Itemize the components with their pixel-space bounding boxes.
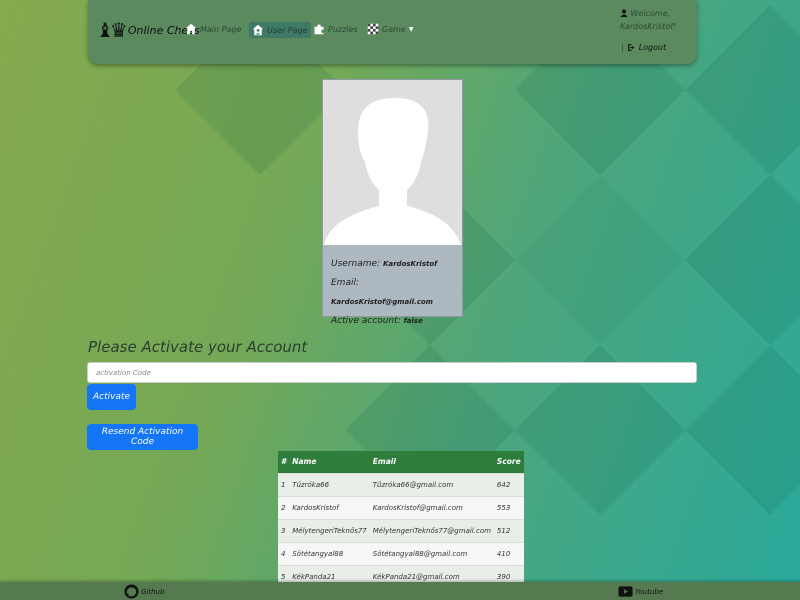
column-header-email: Email — [372, 457, 396, 467]
active-row: Active account: false — [331, 316, 423, 326]
logout-separator: | — [621, 43, 624, 52]
github-icon — [124, 584, 139, 599]
username-value: KardosKristof — [382, 260, 438, 268]
user-icon — [620, 9, 628, 17]
nav-item-user-page[interactable]: User Page — [249, 22, 311, 38]
home-icon — [185, 23, 197, 35]
chess-pieces-logo: ♝♛ — [96, 18, 128, 42]
welcome-text: Welcome, KardosKristof! — [620, 7, 690, 33]
table-row: 2 KardosKristof KardosKristof@gmail.com … — [278, 495, 524, 519]
nav-item-main-page[interactable]: Main Page — [185, 23, 241, 35]
table-row: 4 Sötétangyal88 Sötétangyal88@gmail.com … — [278, 541, 524, 565]
leaderboard-table: # Name Email Score 1 Tűzróka66 Tűzróka66… — [278, 451, 524, 588]
caret-down-icon: ▼ — [408, 25, 414, 33]
logout-link[interactable]: | Logout — [621, 43, 666, 52]
nav-item-label: Game — [382, 24, 406, 34]
column-header-rank: # — [281, 457, 287, 467]
logout-label: Logout — [638, 43, 667, 52]
profile-info: Username: KardosKristof Email: KardosKri… — [331, 255, 462, 331]
user-page-icon — [252, 24, 264, 36]
person-silhouette-icon — [324, 97, 461, 245]
welcome-label: Welcome, KardosKristof! — [620, 9, 677, 31]
youtube-label: Youtube — [635, 587, 664, 596]
youtube-icon — [618, 586, 633, 597]
email-row: Email: KardosKristof@gmail.com — [331, 278, 433, 306]
profile-card: Username: KardosKristof Email: KardosKri… — [322, 79, 463, 326]
nav-item-label: User Page — [267, 25, 308, 35]
table-row: 3 MélytengeriTeknős77 MélytengeriTeknős7… — [278, 518, 524, 542]
nav-item-puzzles[interactable]: Puzzles — [313, 23, 358, 35]
leaderboard: # Name Email Score 1 Tűzróka66 Tűzróka66… — [278, 451, 524, 588]
navbar: ♝♛ Online Chess Main Page User Page Puzz… — [88, 0, 697, 64]
table-header-row: # Name Email Score — [278, 451, 524, 473]
nav-item-label: Puzzles — [328, 24, 358, 34]
activation-title: Please Activate your Account — [88, 338, 308, 356]
chessboard-icon — [367, 23, 379, 35]
table-row: 1 Tűzróka66 Tűzróka66@gmail.com 642 — [278, 472, 524, 496]
username-row: Username: KardosKristof — [331, 259, 438, 269]
email-value: KardosKristof@gmail.com — [331, 298, 433, 306]
nav-item-game-dropdown[interactable]: Game ▼ — [367, 23, 413, 35]
avatar-placeholder — [323, 80, 462, 245]
active-value: false — [403, 317, 423, 325]
column-header-score: Score — [496, 457, 521, 467]
github-label: Github — [141, 587, 165, 596]
column-header-name: Name — [292, 457, 317, 467]
puzzle-icon — [314, 24, 324, 35]
footer: Github Youtube — [0, 582, 800, 600]
activation-code-input[interactable] — [87, 362, 697, 383]
resend-activation-button[interactable]: Resend Activation Code — [87, 424, 198, 450]
activate-button[interactable]: Activate — [87, 384, 136, 410]
logout-icon — [627, 44, 635, 51]
nav-item-label: Main Page — [200, 24, 242, 34]
youtube-link[interactable]: Youtube — [618, 584, 663, 599]
github-link[interactable]: Github — [124, 584, 164, 599]
